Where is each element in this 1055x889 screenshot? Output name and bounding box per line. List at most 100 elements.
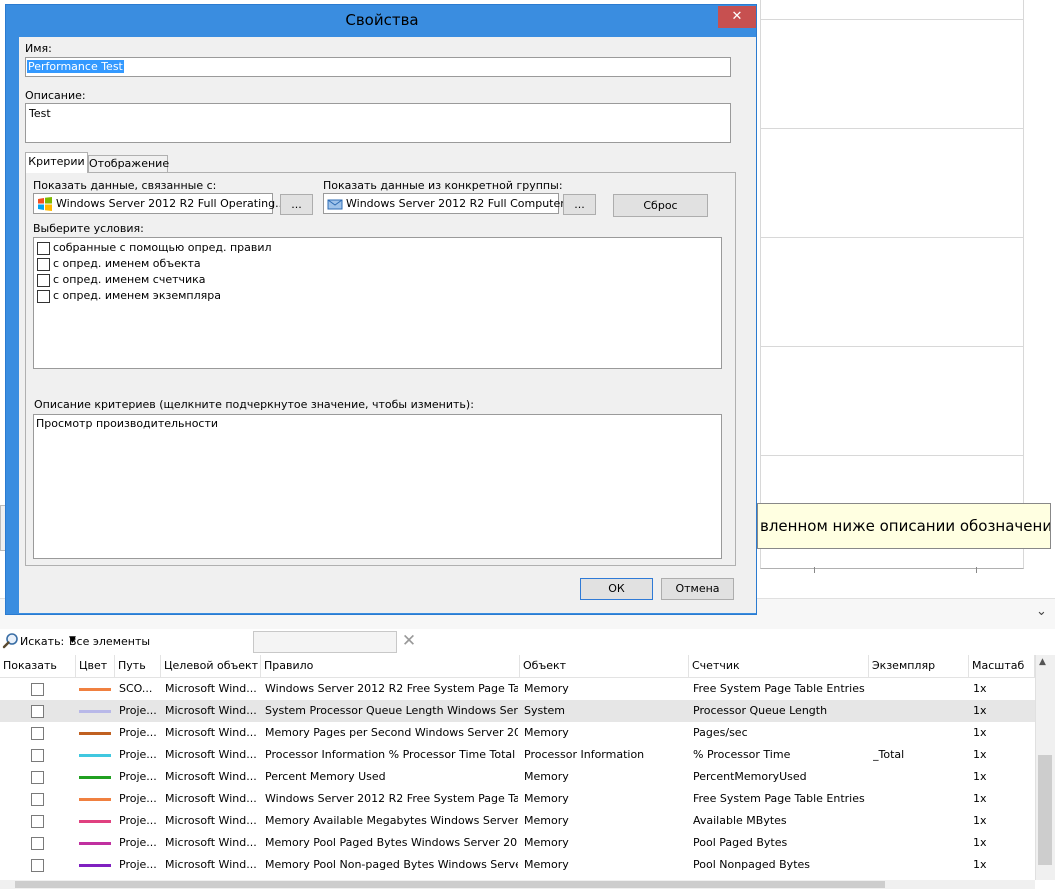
browse-group-button[interactable]: ... [563, 194, 596, 215]
cell-object: Processor Information [524, 748, 645, 761]
series-color-swatch [79, 710, 111, 713]
cell-scale: 1x [973, 682, 987, 695]
cell-target: Microsoft Wind... [165, 770, 257, 783]
cell-path: Proje... [119, 836, 157, 849]
cell-target: Microsoft Wind... [165, 748, 257, 761]
cell-object: Memory [524, 814, 569, 827]
show-checkbox[interactable] [31, 705, 44, 718]
cell-target: Microsoft Wind... [165, 704, 257, 717]
cell-rule: Percent Memory Used [265, 770, 386, 783]
cell-scale: 1x [973, 836, 987, 849]
cell-object: Memory [524, 726, 569, 739]
ok-button[interactable]: ОК [580, 578, 653, 600]
table-row[interactable]: Proje... Microsoft Wind... Windows Server … [0, 788, 1035, 810]
cell-scale: 1x [973, 770, 987, 783]
series-color-swatch [79, 732, 111, 735]
group-icon [327, 197, 343, 211]
column-header-scale[interactable]: Масштаб [969, 655, 1035, 677]
show-group-label: Показать данные из конкретной группы: [323, 179, 563, 192]
legend-vertical-scrollbar[interactable]: ▲ [1035, 655, 1055, 880]
column-header-counter[interactable]: Счетчик [689, 655, 869, 677]
cell-instance [873, 832, 967, 854]
column-header-color[interactable]: Цвет [76, 655, 115, 677]
description-field[interactable]: Test [25, 103, 731, 143]
cancel-button[interactable]: Отмена [661, 578, 734, 600]
name-field[interactable]: Performance Test [25, 57, 731, 77]
table-row[interactable]: Proje... Microsoft Wind... Percent Memory … [0, 766, 1035, 788]
close-icon[interactable]: ✕ [718, 6, 756, 28]
show-checkbox[interactable] [31, 749, 44, 762]
tab-display[interactable]: Отображение [88, 155, 169, 172]
show-related-field[interactable]: Windows Server 2012 R2 Full Operating... [33, 193, 286, 214]
show-related-value: Windows Server 2012 R2 Full Operating... [56, 197, 286, 210]
criteria-tab-panel: Показать данные, связанные с: Windows Se… [25, 172, 736, 566]
show-checkbox[interactable] [31, 683, 44, 696]
show-related-label: Показать данные, связанные с: [33, 179, 217, 192]
cell-instance [873, 854, 967, 876]
cell-counter: Pool Paged Bytes [693, 836, 788, 849]
windows-logo-icon [37, 196, 53, 212]
tab-criteria[interactable]: Критерии [25, 152, 88, 173]
scrollbar-thumb[interactable] [1038, 755, 1052, 865]
cell-instance [873, 788, 967, 810]
table-row[interactable]: Proje... Microsoft Wind... Memory Pages pe… [0, 722, 1035, 744]
clear-search-icon[interactable]: ✕ [401, 631, 417, 651]
scroll-up-icon[interactable]: ▲ [1039, 657, 1046, 667]
chart-gridline [761, 237, 1023, 238]
cell-target: Microsoft Wind... [165, 836, 257, 849]
series-color-swatch [79, 820, 111, 823]
condition-checkbox[interactable] [37, 274, 50, 287]
condition-checkbox[interactable] [37, 290, 50, 303]
column-header-object[interactable]: Объект [520, 655, 689, 677]
legend-horizontal-scrollbar[interactable] [0, 880, 1035, 889]
show-checkbox[interactable] [31, 771, 44, 784]
show-checkbox[interactable] [31, 793, 44, 806]
table-row[interactable]: SCO... Microsoft Wind... Windows Server 20… [0, 678, 1035, 700]
show-checkbox[interactable] [31, 837, 44, 850]
series-color-swatch [79, 864, 111, 867]
cell-object: Memory [524, 792, 569, 805]
column-header-target[interactable]: Целевой объект [161, 655, 261, 677]
table-row[interactable]: Proje... Microsoft Wind... System Processo… [0, 700, 1035, 722]
condition-checkbox[interactable] [37, 242, 50, 255]
scrollbar-thumb[interactable] [15, 881, 885, 888]
cell-target: Microsoft Wind... [165, 682, 257, 695]
condition-item[interactable]: собранные с помощью опред. правил [36, 240, 436, 256]
cell-counter: Pages/sec [693, 726, 748, 739]
condition-item[interactable]: с опред. именем экземпляра [36, 288, 436, 304]
dialog-client-area: Имя: Performance Test Описание: Test Кри… [19, 37, 756, 613]
table-row[interactable]: Proje... Microsoft Wind... Memory Pool Non… [0, 854, 1035, 876]
cell-object: Memory [524, 770, 569, 783]
table-row[interactable]: Proje... Microsoft Wind... Memory Pool Pag… [0, 832, 1035, 854]
cell-instance [873, 722, 967, 744]
search-input[interactable] [253, 631, 397, 653]
cell-scale: 1x [973, 792, 987, 805]
column-header-show[interactable]: Показать [0, 655, 76, 677]
criteria-description-box[interactable]: Просмотр производительности [33, 414, 722, 559]
cell-scale: 1x [973, 726, 987, 739]
column-header-rule[interactable]: Правило [261, 655, 520, 677]
criteria-description-label: Описание критериев (щелкните подчеркнуто… [34, 398, 474, 411]
show-checkbox[interactable] [31, 815, 44, 828]
show-group-field[interactable]: Windows Server 2012 R2 Full Computer... [323, 193, 574, 214]
cell-object: Memory [524, 858, 569, 871]
show-checkbox[interactable] [31, 727, 44, 740]
cell-target: Microsoft Wind... [165, 814, 257, 827]
table-row[interactable]: Proje... Microsoft Wind... Memory Availabl… [0, 810, 1035, 832]
cell-instance [873, 766, 967, 788]
reset-button[interactable]: Сброс [613, 194, 708, 217]
search-scope-dropdown[interactable]: Все элементы ▼ [66, 632, 246, 650]
series-color-swatch [79, 688, 111, 691]
condition-item[interactable]: с опред. именем счетчика [36, 272, 436, 288]
condition-checkbox[interactable] [37, 258, 50, 271]
search-icon [2, 632, 20, 650]
condition-item[interactable]: с опред. именем объекта [36, 256, 436, 272]
table-row[interactable]: Proje... Microsoft Wind... Processor Infor… [0, 744, 1035, 766]
collapse-chevron-icon[interactable]: ⌄ [1036, 604, 1047, 619]
browse-object-button[interactable]: ... [280, 194, 313, 215]
chart-gridline [761, 455, 1023, 456]
show-checkbox[interactable] [31, 859, 44, 872]
column-header-instance[interactable]: Экземпляр [869, 655, 969, 677]
column-header-path[interactable]: Путь [115, 655, 161, 677]
cell-counter: % Processor Time [693, 748, 791, 761]
